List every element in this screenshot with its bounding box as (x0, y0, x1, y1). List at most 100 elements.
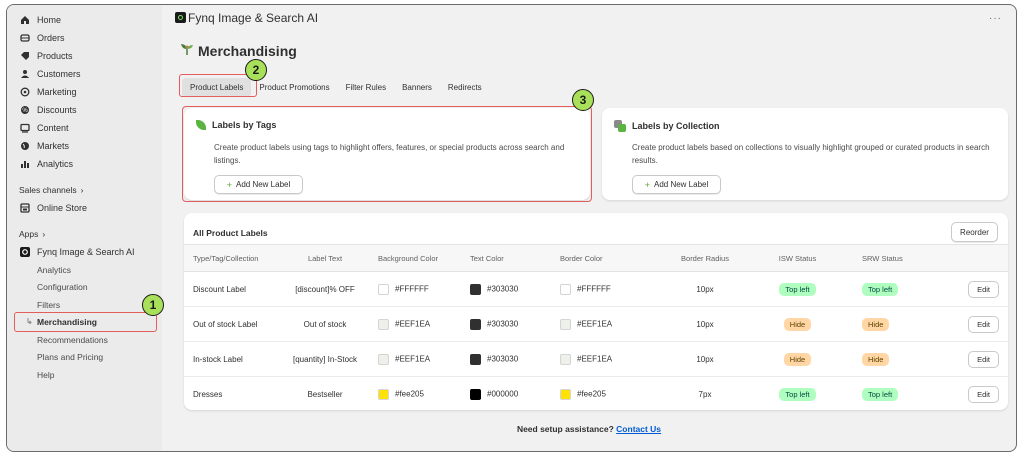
callout-badge-3: 3 (572, 89, 594, 111)
sidebar: Home Orders Products Customers Marketing… (7, 5, 162, 451)
cell-isw-status: Hide (753, 341, 842, 377)
status-badge: Hide (783, 352, 812, 366)
color-swatch (378, 283, 389, 295)
cell-label-text: [discount]% OFF (280, 271, 370, 307)
column-header: Label Text (280, 244, 370, 272)
sidebar-subitem-plans[interactable]: Plans and Pricing (7, 349, 162, 367)
tab-filter-rules[interactable]: Filter Rules (338, 78, 394, 97)
cell-actions: Edit (942, 306, 1008, 342)
sidebar-item-markets[interactable]: Markets (7, 137, 162, 155)
more-actions-icon[interactable]: ··· (989, 13, 1002, 24)
page-title: Merchandising (180, 43, 297, 59)
cell-border-radius: 10px (657, 306, 753, 342)
analytics-icon (19, 158, 31, 170)
tab-product-promotions[interactable]: Product Promotions (251, 78, 337, 97)
labels-by-collection-card: Labels by Collection Create product labe… (602, 108, 1008, 200)
sidebar-subitem-help[interactable]: Help (7, 366, 162, 384)
apps-heading[interactable]: Apps › (7, 225, 162, 243)
table-row: In-stock Label [quantity] In-Stock #EEF1EA… (184, 341, 1008, 377)
sidebar-item-label: Home (37, 15, 62, 25)
cell-type: Discount Label (184, 271, 280, 307)
sidebar-item-label: Content (37, 123, 69, 133)
column-header: Border Radius (657, 244, 753, 272)
color-swatch (560, 353, 571, 365)
product-labels-table: Type/Tag/Collection Label Text Backgroun… (184, 244, 1008, 410)
cell-srw-status: Hide (842, 306, 942, 342)
color-swatch (378, 353, 389, 365)
sidebar-item-label: Online Store (37, 203, 88, 213)
cell-text-color: #000000 (462, 377, 552, 411)
cell-srw-status: Hide (842, 341, 942, 377)
status-badge: Hide (783, 317, 812, 331)
discounts-icon: % (19, 104, 31, 116)
table-title: All Product Labels (193, 228, 268, 238)
edit-button[interactable]: Edit (968, 280, 999, 298)
app-logo-icon (175, 12, 186, 23)
cell-text-color: #303030 (462, 341, 552, 377)
footer-text: Need setup assistance? (516, 424, 614, 434)
column-header: Border Color (552, 244, 657, 272)
tab-redirects[interactable]: Redirects (440, 78, 490, 97)
sidebar-item-online-store[interactable]: Online Store (7, 199, 162, 217)
sales-channels-heading[interactable]: Sales channels › (7, 181, 162, 199)
app-header: Fynq Image & Search AI (162, 5, 1016, 30)
column-header: Text Color (462, 244, 552, 272)
sidebar-item-analytics[interactable]: Analytics (7, 155, 162, 173)
cell-border-color: #EEF1EA (552, 306, 657, 342)
sidebar-subitem-filters[interactable]: Filters (7, 296, 162, 314)
sidebar-item-label: Fynq Image & Search AI (37, 247, 135, 257)
sidebar-item-marketing[interactable]: Marketing (7, 83, 162, 101)
sidebar-item-content[interactable]: Content (7, 119, 162, 137)
tab-banners[interactable]: Banners (394, 78, 440, 97)
cell-isw-status: Hide (753, 306, 842, 342)
cell-type: In-stock Label (184, 341, 280, 377)
cell-bg-color: #EEF1EA (370, 306, 462, 342)
home-icon (19, 14, 31, 26)
color-swatch (560, 318, 571, 330)
status-badge: Top left (862, 387, 899, 401)
cell-bg-color: #EEF1EA (370, 341, 462, 377)
contact-us-link[interactable]: Contact Us (616, 424, 661, 434)
sidebar-subitem-analytics[interactable]: Analytics (7, 261, 162, 279)
customers-icon (19, 68, 31, 80)
cell-border-color: #FFFFFF (552, 271, 657, 307)
tags-card-highlight (182, 106, 592, 202)
card-title: Labels by Collection (614, 120, 720, 132)
app-title: Fynq Image & Search AI (188, 10, 319, 25)
column-header-actions (942, 244, 1008, 272)
color-swatch (378, 388, 389, 400)
cell-actions: Edit (942, 341, 1008, 377)
tab-highlight (179, 74, 257, 97)
cell-isw-status: Top left (753, 377, 842, 411)
cell-actions: Edit (942, 271, 1008, 307)
sidebar-item-home[interactable]: Home (7, 11, 162, 29)
cell-border-radius: 10px (657, 341, 753, 377)
cell-border-radius: 10px (657, 271, 753, 307)
table-row: Dresses Bestseller #fee205 #000000 #fee205 7p… (184, 377, 1008, 411)
sidebar-item-products[interactable]: Products (7, 47, 162, 65)
product-labels-table-card: All Product Labels Reorder Type/Tag/Coll… (184, 213, 1008, 410)
sidebar-subitem-configuration[interactable]: Configuration (7, 279, 162, 297)
edit-button[interactable]: Edit (968, 385, 999, 403)
app-logo-icon (19, 246, 31, 258)
plus-icon: + (644, 179, 650, 190)
color-swatch (560, 388, 571, 400)
reorder-button[interactable]: Reorder (951, 222, 998, 242)
sidebar-item-app[interactable]: Fynq Image & Search AI (7, 243, 162, 261)
column-header: ISW Status (753, 244, 842, 272)
cell-srw-status: Top left (842, 271, 942, 307)
sidebar-item-label: Discounts (37, 105, 77, 115)
sidebar-subitem-recommendations[interactable]: Recommendations (7, 331, 162, 349)
color-swatch (470, 388, 481, 400)
cell-bg-color: #fee205 (370, 377, 462, 411)
edit-button[interactable]: Edit (968, 350, 999, 368)
cell-label-text: Bestseller (307, 389, 343, 399)
sidebar-item-discounts[interactable]: % Discounts (7, 101, 162, 119)
sidebar-item-orders[interactable]: Orders (7, 29, 162, 47)
products-icon (19, 50, 31, 62)
edit-button[interactable]: Edit (968, 315, 999, 333)
status-badge: Top left (779, 387, 816, 401)
add-collection-label-button[interactable]: + Add New Label (632, 175, 721, 194)
sidebar-item-customers[interactable]: Customers (7, 65, 162, 83)
cell-type: Out of stock Label (184, 306, 280, 342)
